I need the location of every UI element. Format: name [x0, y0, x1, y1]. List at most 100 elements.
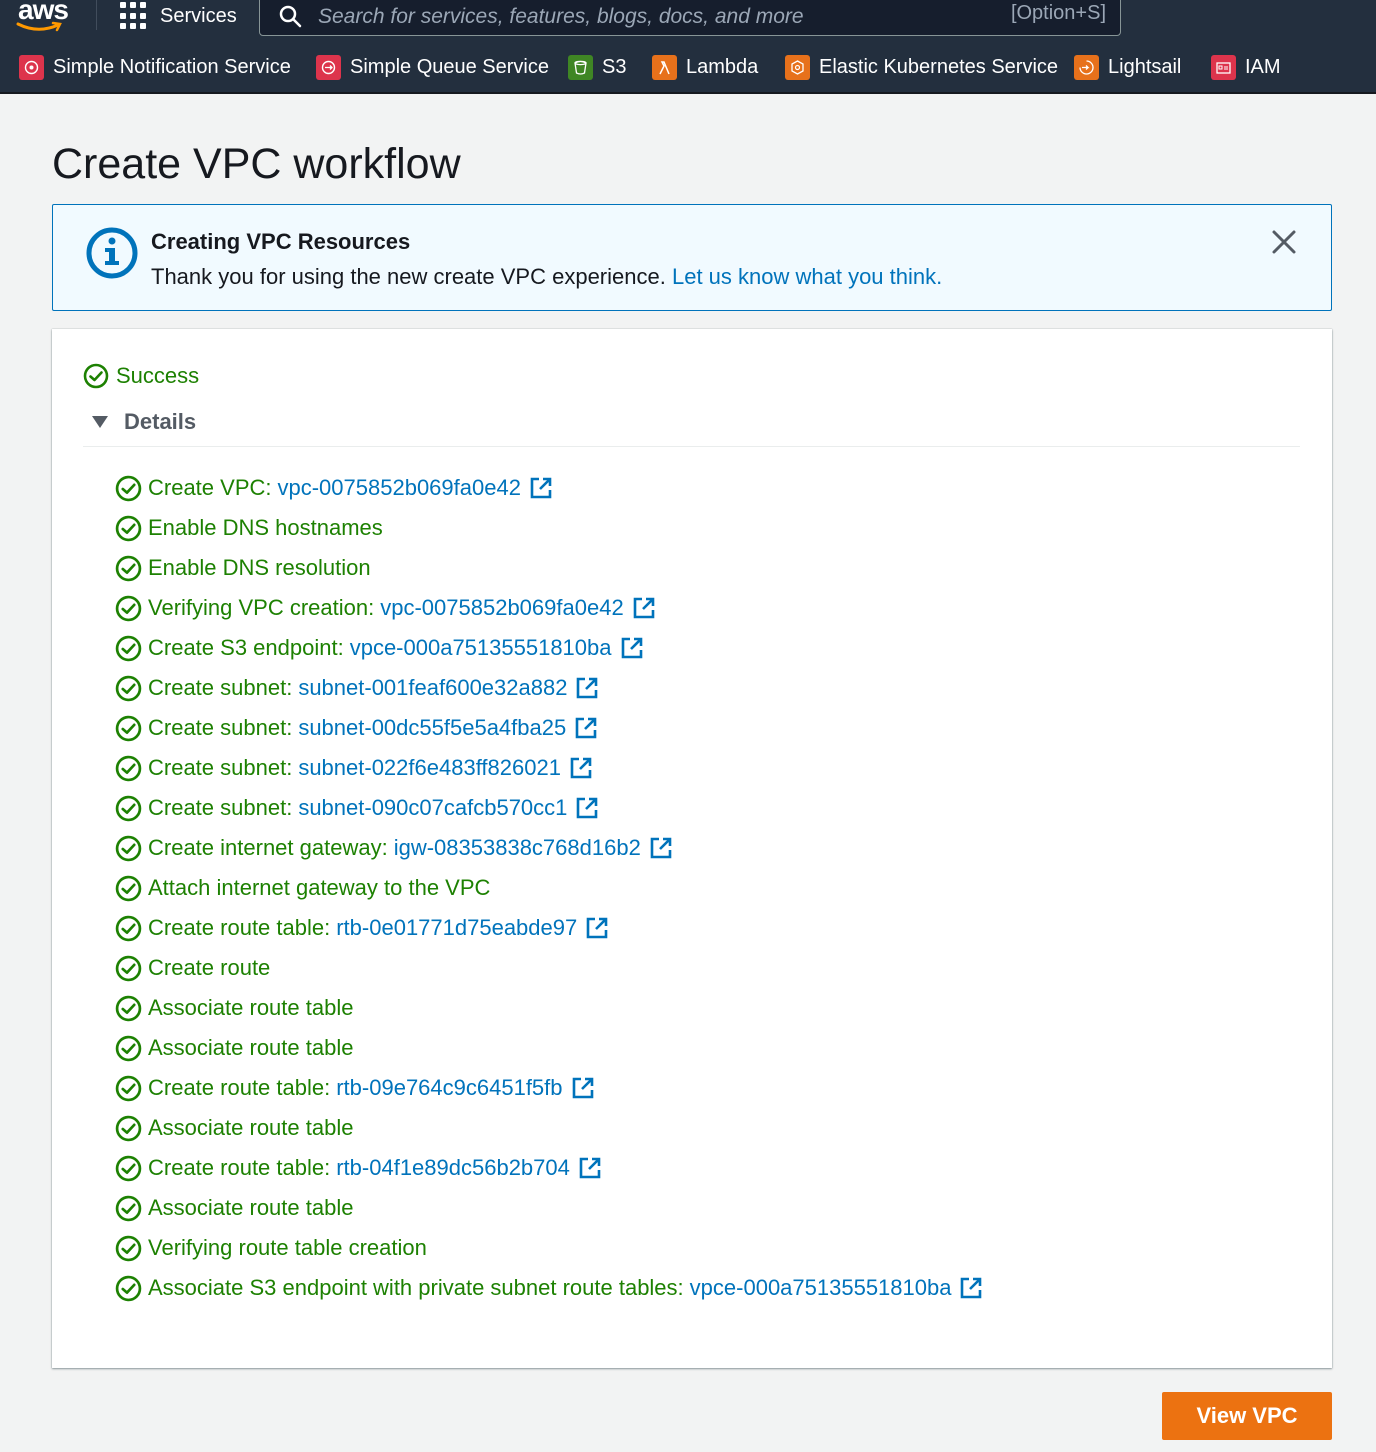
- s3-icon: [568, 55, 593, 80]
- step-item: Create route: [115, 948, 983, 988]
- resource-link[interactable]: subnet-00dc55f5e5a4fba25: [298, 715, 566, 741]
- step-item: Create subnet: subnet-022f6e483ff826021: [115, 748, 983, 788]
- status-success-icon: [83, 363, 109, 389]
- details-expander[interactable]: Details: [92, 409, 196, 435]
- resource-link[interactable]: subnet-001feaf600e32a882: [298, 675, 567, 701]
- resource-link[interactable]: subnet-090c07cafcb570cc1: [298, 795, 567, 821]
- step-item: Enable DNS resolution: [115, 548, 983, 588]
- favorite-sqs[interactable]: Simple Queue Service: [316, 55, 549, 80]
- favorite-lambda[interactable]: Lambda: [652, 55, 758, 80]
- resource-link[interactable]: rtb-09e764c9c6451f5fb: [336, 1075, 562, 1101]
- step-item: Attach internet gateway to the VPC: [115, 868, 983, 908]
- external-link-icon[interactable]: [571, 1076, 595, 1100]
- step-item: Associate route table: [115, 988, 983, 1028]
- success-check-icon: [115, 595, 142, 621]
- success-check-icon: [115, 795, 142, 821]
- info-icon: [86, 227, 138, 279]
- step-label: Associate route table: [148, 1195, 354, 1220]
- resource-link[interactable]: rtb-0e01771d75eabde97: [336, 915, 577, 941]
- external-link-icon[interactable]: [529, 476, 553, 500]
- step-label: Attach internet gateway to the VPC: [148, 875, 491, 900]
- step-label: Create S3 endpoint:: [148, 635, 344, 660]
- favorite-iam[interactable]: IAM: [1211, 55, 1281, 80]
- favorite-label: S3: [602, 56, 627, 78]
- step-item: Create route table: rtb-0e01771d75eabde97: [115, 908, 983, 948]
- step-item: Create subnet: subnet-00dc55f5e5a4fba25: [115, 708, 983, 748]
- step-item: Enable DNS hostnames: [115, 508, 983, 548]
- success-check-icon: [115, 675, 142, 701]
- search-shortcut-hint: [Option+S]: [1010, 2, 1106, 24]
- step-label: Create route table:: [148, 1075, 331, 1100]
- resource-link[interactable]: vpc-0075852b069fa0e42: [278, 475, 521, 501]
- success-check-icon: [115, 835, 142, 861]
- details-label: Details: [124, 409, 197, 434]
- step-item: Associate S3 endpoint with private subne…: [115, 1268, 983, 1308]
- external-link-icon[interactable]: [578, 1156, 602, 1180]
- search-icon: [279, 5, 302, 28]
- external-link-icon[interactable]: [574, 716, 598, 740]
- external-link-icon[interactable]: [585, 916, 609, 940]
- services-label: Services: [160, 4, 237, 27]
- global-search[interactable]: [Option+S]: [259, 0, 1121, 36]
- resource-link[interactable]: vpc-0075852b069fa0e42: [380, 595, 623, 621]
- lightsail-icon: [1074, 55, 1099, 80]
- favorite-label: Lambda: [686, 56, 759, 78]
- success-check-icon: [115, 1035, 142, 1061]
- external-link-icon[interactable]: [959, 1276, 983, 1300]
- step-label: Create route: [148, 955, 271, 980]
- feedback-link[interactable]: Let us know what you think.: [672, 264, 942, 289]
- step-item: Verifying VPC creation: vpc-0075852b069fa…: [115, 588, 983, 628]
- step-label: Associate S3 endpoint with private subne…: [148, 1275, 684, 1300]
- success-check-icon: [115, 755, 142, 781]
- lambda-icon: [652, 55, 677, 80]
- success-check-icon: [115, 955, 142, 981]
- resource-link[interactable]: rtb-04f1e89dc56b2b704: [336, 1155, 570, 1181]
- favorite-label: Simple Queue Service: [350, 56, 549, 78]
- step-item: Create VPC: vpc-0075852b069fa0e42: [115, 468, 983, 508]
- success-check-icon: [115, 915, 142, 941]
- external-link-icon[interactable]: [620, 636, 644, 660]
- details-divider: [83, 446, 1300, 447]
- page-title: Create VPC workflow: [52, 140, 461, 188]
- view-vpc-button[interactable]: View VPC: [1162, 1392, 1332, 1440]
- step-label: Create subnet:: [148, 715, 293, 740]
- success-check-icon: [115, 515, 142, 541]
- sqs-icon: [316, 55, 341, 80]
- success-check-icon: [115, 1155, 142, 1181]
- favorite-eks[interactable]: Elastic Kubernetes Service: [785, 55, 1058, 80]
- step-item: Create route table: rtb-04f1e89dc56b2b704: [115, 1148, 983, 1188]
- resource-link[interactable]: subnet-022f6e483ff826021: [298, 755, 561, 781]
- step-label: Associate route table: [148, 995, 354, 1020]
- nav-divider: [96, 0, 97, 30]
- external-link-icon[interactable]: [569, 756, 593, 780]
- workflow-panel: Success Details Create VPC: vpc-0075852b0…: [52, 329, 1332, 1368]
- external-link-icon[interactable]: [575, 676, 599, 700]
- grid-icon: [120, 2, 148, 30]
- status-indicator: Success: [83, 363, 199, 389]
- success-check-icon: [115, 1195, 142, 1221]
- favorite-label: Lightsail: [1108, 56, 1182, 78]
- success-check-icon: [115, 555, 142, 581]
- resource-link[interactable]: vpce-000a75135551810ba: [350, 635, 612, 661]
- services-menu-button[interactable]: Services: [120, 0, 237, 32]
- external-link-icon[interactable]: [649, 836, 673, 860]
- step-label: Associate route table: [148, 1115, 354, 1140]
- resource-link[interactable]: vpce-000a75135551810ba: [690, 1275, 952, 1301]
- external-link-icon[interactable]: [575, 796, 599, 820]
- sns-icon: [19, 55, 44, 80]
- step-label: Verifying VPC creation:: [148, 595, 375, 620]
- step-label: Associate route table: [148, 1035, 354, 1060]
- info-flashbar: Creating VPC Resources Thank you for usi…: [52, 204, 1332, 311]
- step-item: Associate route table: [115, 1108, 983, 1148]
- favorite-s3[interactable]: S3: [568, 55, 626, 80]
- favorite-sns[interactable]: Simple Notification Service: [19, 55, 291, 80]
- search-input[interactable]: [316, 1, 960, 33]
- step-item: Create subnet: subnet-001feaf600e32a882: [115, 668, 983, 708]
- external-link-icon[interactable]: [632, 596, 656, 620]
- resource-link[interactable]: igw-08353838c768d16b2: [394, 835, 641, 861]
- success-check-icon: [115, 1115, 142, 1141]
- favorite-lightsail[interactable]: Lightsail: [1074, 55, 1181, 80]
- step-label: Create subnet:: [148, 795, 293, 820]
- close-icon[interactable]: [1271, 229, 1297, 255]
- status-label: Success: [116, 363, 200, 388]
